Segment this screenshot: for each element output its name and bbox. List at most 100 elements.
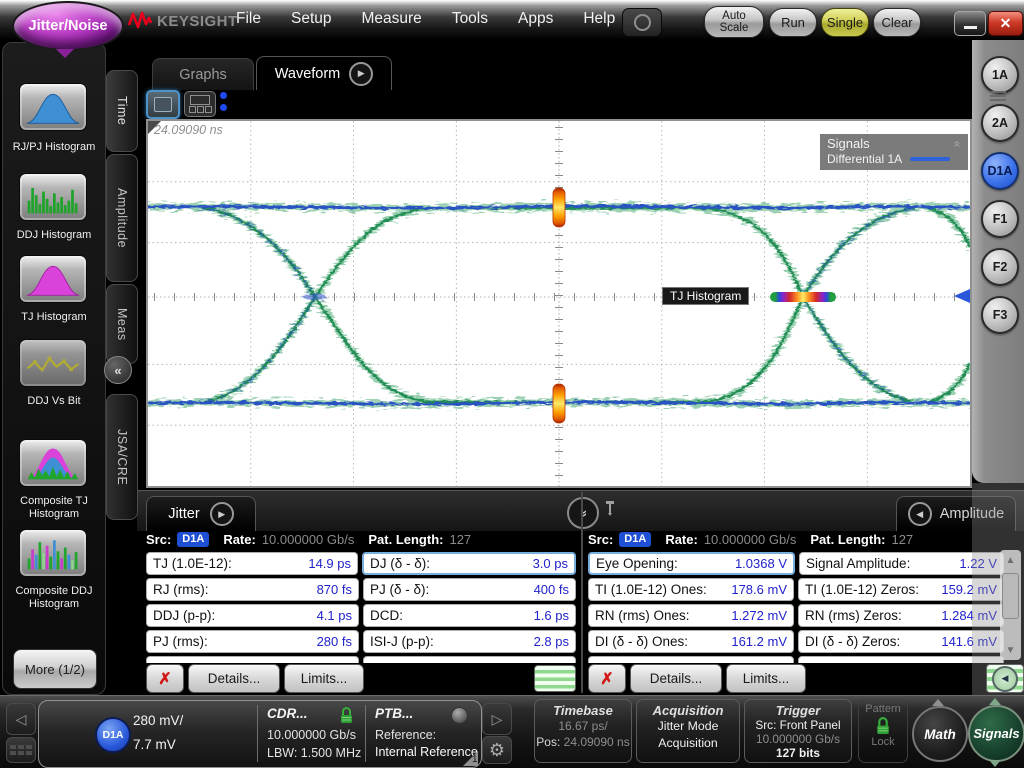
close-button[interactable]: ✕ (988, 11, 1023, 36)
acquisition-panel[interactable]: Acquisition Jitter Mode Acquisition (636, 699, 740, 763)
pin-icon[interactable] (604, 500, 616, 517)
scrollbar-thumb[interactable] (1002, 573, 1019, 619)
scroll-up-icon[interactable]: ▲ (1001, 550, 1020, 570)
play-circle-icon[interactable]: ▶ (349, 62, 373, 86)
composite-tj-histogram-button[interactable] (19, 439, 87, 487)
math-button[interactable]: Math (912, 706, 968, 762)
src-badge: D1A (619, 532, 651, 547)
channel-status-panel[interactable]: D1A 280 mV/ 7.7 mV CDR... 10.000000 Gb/s… (38, 700, 482, 768)
measurement-cell-dj[interactable]: DJ (δ - δ):3.0 ps (362, 552, 576, 575)
ptb-led-icon (451, 707, 468, 724)
channel-button-f3[interactable]: F3 (981, 296, 1019, 334)
scroll-down-icon[interactable]: ▼ (1001, 640, 1020, 660)
more-pages-button[interactable]: More (1/2) (13, 649, 97, 689)
measurement-cell-dcd[interactable]: DCD:1.6 ps (363, 604, 576, 627)
signals-down-icon (989, 760, 1001, 767)
pattern-lock-panel[interactable]: Pattern Lock (858, 699, 908, 763)
tab-jitter[interactable]: Jitter ▶ (146, 496, 256, 531)
timebase-panel[interactable]: Timebase 16.67 ps/ Pos: 24.09090 ns (534, 699, 632, 763)
tab-time[interactable]: Time (106, 70, 138, 152)
amplitude-limits-button[interactable]: Limits... (726, 664, 806, 693)
measurement-cell-pj-dd[interactable]: PJ (δ - δ):400 fs (363, 578, 576, 601)
play-circle-left-icon[interactable]: ◀ (908, 502, 932, 526)
app-menu-button[interactable]: Jitter/Noise (12, 1, 124, 51)
screenshot-camera-button[interactable] (622, 8, 662, 37)
measurement-cell-ti-ones[interactable]: TI (1.0E-12) Ones:178.6 mV (588, 578, 794, 601)
table-row: Eye Opening:1.0368 V Signal Amplitude:1.… (588, 552, 1004, 575)
minimize-button[interactable] (954, 11, 986, 36)
channel-button-d1a[interactable]: D1A (981, 152, 1019, 190)
jitter-histogram-view-button[interactable] (534, 665, 576, 692)
legend-collapse-icon[interactable]: « (951, 140, 965, 147)
tab-jitter-label: Jitter (168, 506, 199, 522)
measurement-label: Signal Amplitude: (806, 556, 910, 571)
tj-histogram-button[interactable] (19, 255, 87, 303)
settings-gear-button[interactable]: ⚙ (482, 736, 512, 764)
multi-pane-layout-button[interactable] (184, 91, 216, 117)
menu-tools[interactable]: Tools (452, 10, 488, 28)
tab-graphs[interactable]: Graphs (152, 58, 254, 90)
statusbar-next-button[interactable]: ▷ (482, 703, 512, 735)
cdr-title[interactable]: CDR... (267, 706, 308, 721)
clear-button[interactable]: Clear (873, 8, 921, 37)
single-pane-icon (154, 97, 172, 112)
auto-scale-button[interactable]: Auto Scale (704, 6, 764, 38)
sidebar-item-label: Composite DDJ Histogram (3, 585, 105, 611)
menu-setup[interactable]: Setup (291, 10, 332, 28)
single-button[interactable]: Single (821, 8, 869, 37)
amplitude-table-scrollbar[interactable]: ▲ ▼ (1000, 550, 1021, 660)
measurement-cell-ddj[interactable]: DDJ (p-p):4.1 ps (146, 604, 359, 627)
channel-button-f2[interactable]: F2 (981, 248, 1019, 286)
measurement-cell-isij[interactable]: ISI-J (p-p):2.8 ps (363, 630, 576, 653)
ddj-vs-bit-button[interactable] (19, 339, 87, 387)
measurement-cell-pj-rms[interactable]: PJ (rms):280 fs (146, 630, 359, 653)
measurement-cell-rn-ones[interactable]: RN (rms) Ones:1.272 mV (588, 604, 794, 627)
panel-expand-button[interactable]: ◀ (986, 664, 1024, 693)
ptb-reference-label: Reference: (375, 728, 436, 742)
channel-button-1a[interactable]: 1A (981, 56, 1019, 94)
ptb-title[interactable]: PTB... (375, 706, 413, 721)
tab-amplitude-side[interactable]: Amplitude (106, 154, 138, 282)
jitter-delete-button[interactable]: ✗ (146, 664, 184, 693)
amplitude-details-button[interactable]: Details... (630, 664, 722, 693)
jitter-limits-button[interactable]: Limits... (284, 664, 364, 693)
jitter-details-button[interactable]: Details... (188, 664, 280, 693)
measurement-cell-tj[interactable]: TJ (1.0E-12):14.9 ps (146, 552, 358, 575)
trigger-panel[interactable]: Trigger Src: Front Panel 10.000000 Gb/s … (744, 699, 852, 763)
cdr-rate: 10.000000 Gb/s (267, 728, 356, 742)
measurement-cell-di-ones[interactable]: DI (δ - δ) Ones:161.2 mV (588, 630, 794, 653)
signals-button[interactable]: Signals (968, 705, 1024, 762)
menu-help[interactable]: Help (583, 10, 615, 28)
statusbar-prev-button[interactable]: ◁ (6, 703, 36, 735)
eye-diagram-plot[interactable]: 24.09090 ns TJ Histogram Signals « Diffe… (146, 119, 972, 488)
run-button[interactable]: Run (769, 8, 817, 37)
panel-divider (581, 492, 583, 693)
menu-measure[interactable]: Measure (362, 10, 422, 28)
page-number: 1 (472, 754, 478, 765)
signals-legend[interactable]: Signals « Differential 1A (820, 134, 968, 170)
keysight-spark-icon (128, 11, 152, 31)
channel-button-2a[interactable]: 2A (981, 104, 1019, 142)
menu-file[interactable]: File (236, 10, 261, 28)
titlebar: KEYSIGHT File Setup Measure Tools Apps H… (0, 0, 1024, 40)
measurement-cell-rj[interactable]: RJ (rms):870 fs (146, 578, 359, 601)
menu-apps[interactable]: Apps (518, 10, 553, 28)
rjpj-histogram-button[interactable] (19, 83, 87, 131)
tab-meas[interactable]: Meas (106, 284, 138, 364)
single-pane-layout-button[interactable] (146, 90, 180, 119)
amplitude-delete-button[interactable]: ✗ (588, 664, 626, 693)
measurement-value: 4.1 ps (317, 608, 352, 623)
measurement-cell-eye-opening[interactable]: Eye Opening:1.0368 V (588, 552, 795, 575)
composite-ddj-histogram-button[interactable] (19, 529, 87, 577)
statusbar-grid-button[interactable] (6, 737, 36, 763)
ddj-histogram-button[interactable] (19, 173, 87, 221)
tab-waveform[interactable]: Waveform ▶ (256, 56, 392, 90)
play-circle-icon[interactable]: ▶ (210, 502, 234, 526)
table-row-partial (588, 656, 1004, 663)
measurement-label: TI (1.0E-12) Ones: (595, 582, 707, 597)
channel-button-f1[interactable]: F1 (981, 200, 1019, 238)
panel-collapse-button[interactable]: « (567, 497, 599, 529)
channel-badge[interactable]: D1A (95, 717, 131, 753)
tab-jsa-cre[interactable]: JSA/CRE (106, 394, 138, 520)
sidebar-collapse-button[interactable]: « (104, 356, 132, 384)
